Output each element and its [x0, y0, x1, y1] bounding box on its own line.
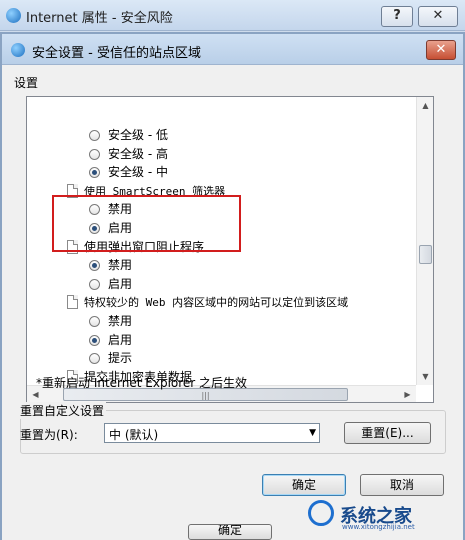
setting-label: 启用	[108, 332, 133, 347]
watermark-logo-icon	[308, 500, 334, 526]
setting-option-item[interactable]: 禁用	[89, 256, 132, 274]
reset-group-label: 重置自定义设置	[18, 402, 107, 419]
setting-label: 特权较少的 Web 内容区域中的网站可以定位到该区域	[84, 296, 349, 310]
outer-help-button[interactable]: ?	[381, 6, 413, 27]
setting-option-item[interactable]: 启用	[89, 331, 132, 349]
radio-button[interactable]	[89, 353, 100, 365]
setting-option-item[interactable]: 启用	[89, 275, 132, 293]
outer-window-title: Internet 属性 - 安全风险	[26, 11, 173, 26]
security-settings-dialog: 安全设置 - 受信任的站点区域 ✕ 设置 安全级 - 低安全级 - 高安全级 -…	[0, 32, 465, 540]
vertical-scroll-thumb[interactable]	[419, 245, 432, 264]
reset-level-value: 中 (默认)	[109, 428, 159, 442]
setting-option-item[interactable]: 安全级 - 高	[89, 145, 168, 163]
document-icon	[67, 295, 78, 310]
radio-button[interactable]	[89, 278, 100, 290]
dialog-close-button[interactable]: ✕	[426, 40, 456, 60]
setting-option-item[interactable]: 提示	[89, 349, 132, 367]
ok-button[interactable]: 确定	[262, 474, 346, 496]
settings-label: 设置	[14, 76, 39, 90]
setting-label: 安全级 - 中	[108, 165, 168, 180]
setting-label: 禁用	[108, 314, 133, 328]
settings-globe-icon	[11, 43, 25, 57]
watermark: 系统之家 www.xitongzhijia.net	[300, 496, 465, 534]
outer-close-button[interactable]: ✕	[418, 6, 458, 27]
reset-button[interactable]: 重置(E)...	[344, 422, 431, 444]
scroll-down-arrow-icon[interactable]: ▼	[417, 368, 433, 385]
setting-label: 禁用	[108, 258, 133, 273]
reset-level-select[interactable]: 中 (默认) ▼	[104, 423, 320, 443]
setting-option-item[interactable]: 安全级 - 低	[89, 126, 168, 144]
scroll-up-arrow-icon[interactable]: ▲	[417, 97, 433, 114]
watermark-url: www.xitongzhijia.net	[342, 523, 415, 531]
dialog-title: 安全设置 - 受信任的站点区域	[32, 46, 201, 61]
radio-button[interactable]	[89, 148, 100, 160]
internet-globe-icon	[6, 8, 21, 23]
setting-option-item[interactable]: 安全级 - 中	[89, 163, 168, 181]
restart-note: *重新启动 Internet Explorer 之后生效	[36, 376, 248, 390]
vertical-scrollbar[interactable]: ▲ ▼	[416, 97, 433, 385]
radio-button[interactable]	[89, 167, 100, 179]
radio-button[interactable]	[89, 260, 100, 272]
radio-button[interactable]	[89, 334, 100, 346]
reset-to-label: 重置为(R):	[20, 428, 78, 442]
setting-label: 安全级 - 低	[108, 128, 168, 142]
radio-button[interactable]	[89, 316, 100, 327]
scroll-right-arrow-icon[interactable]: ▶	[399, 386, 416, 402]
radio-button[interactable]	[89, 130, 100, 141]
dialog-title-bar: 安全设置 - 受信任的站点区域 ✕	[2, 34, 463, 65]
cancel-button[interactable]: 取消	[360, 474, 444, 496]
setting-label: 提示	[108, 351, 133, 366]
dropdown-arrow-icon: ▼	[309, 428, 316, 438]
setting-group-item[interactable]: 特权较少的 Web 内容区域中的网站可以定位到该区域	[67, 293, 348, 311]
setting-label: 安全级 - 高	[108, 146, 168, 161]
setting-label: 启用	[108, 276, 133, 291]
highlight-box	[52, 195, 241, 252]
setting-option-item[interactable]: 禁用	[89, 312, 132, 330]
outer-window-title-bar: Internet 属性 - 安全风险 ? ✕	[0, 0, 465, 31]
